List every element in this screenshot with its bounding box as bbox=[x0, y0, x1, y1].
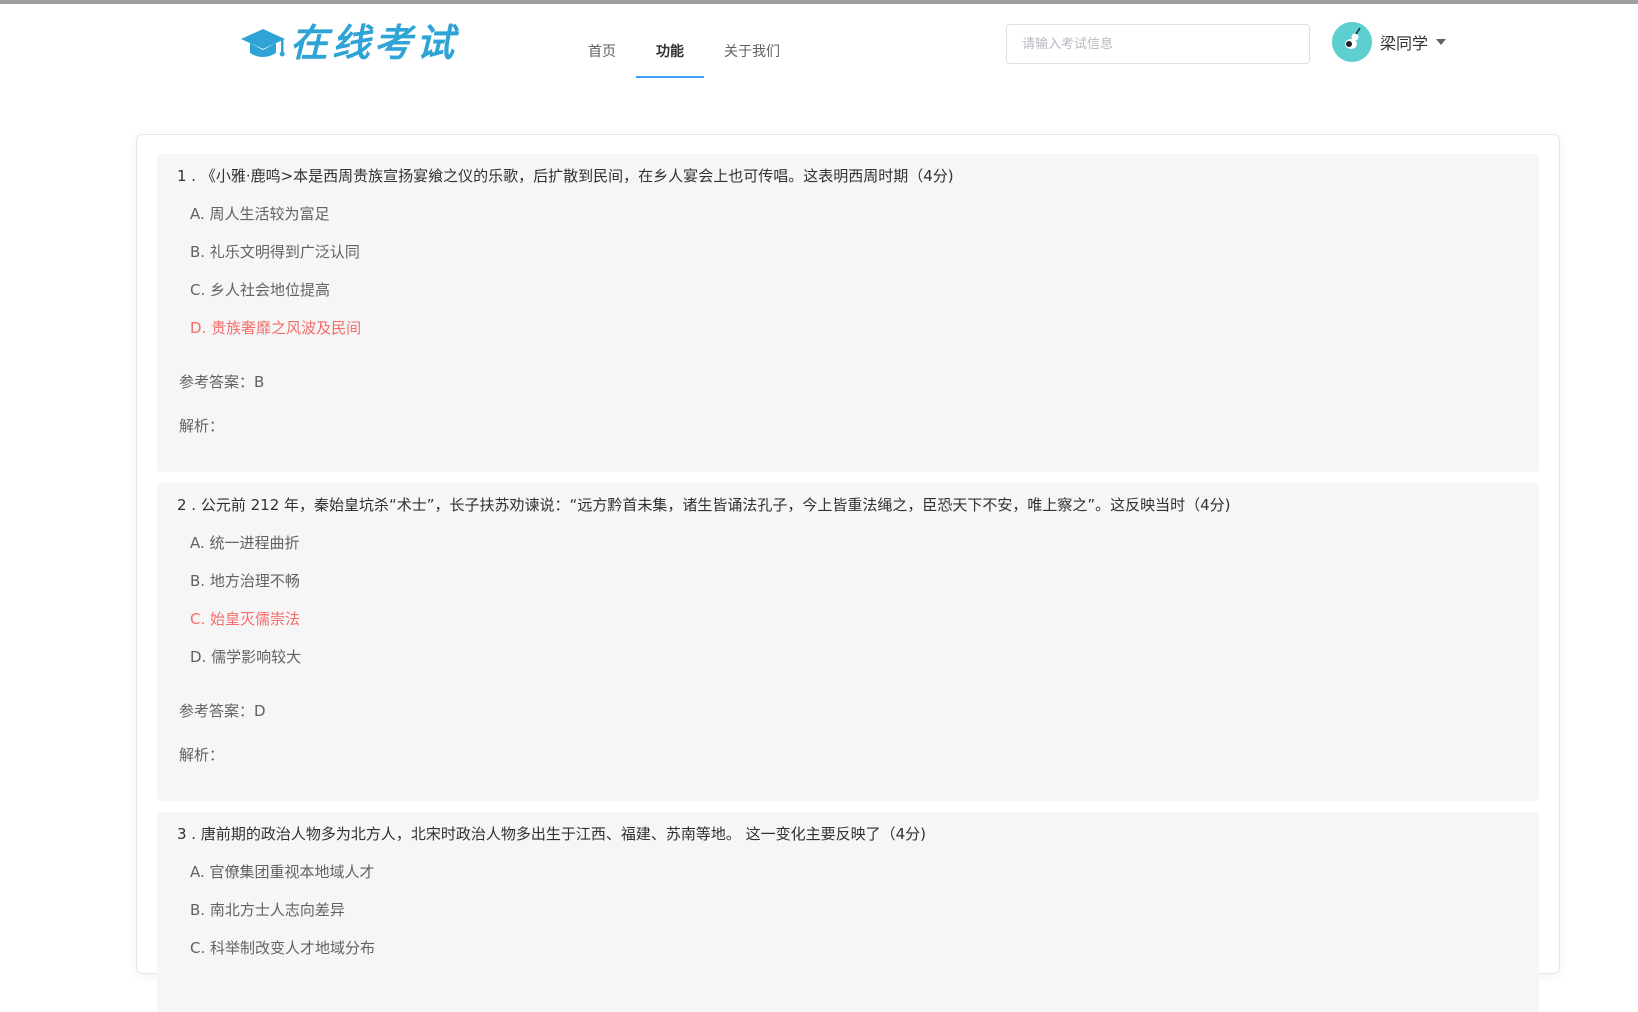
option-b[interactable]: B. 南北方士人志向差异 bbox=[177, 900, 1519, 920]
caret-down-icon[interactable] bbox=[1436, 39, 1447, 45]
user-name: 梁同学 bbox=[1380, 34, 1429, 53]
question-item: 3 . 唐前期的政治人物多为北方人，北宋时政治人物多出生于江西、福建、苏南等地。… bbox=[157, 812, 1539, 1012]
question-title: 1 . 《小雅·鹿鸣>本是西周贵族宣扬宴飨之仪的乐歌，后扩散到民间，在乡人宴会上… bbox=[177, 167, 954, 185]
graduation-cap-icon bbox=[241, 29, 285, 57]
option-c-selected-wrong[interactable]: C. 始皇灭儒崇法 bbox=[177, 609, 1519, 629]
question-item: 2 . 公元前 212 年，秦始皇坑杀“术士”，长子扶苏劝谏说：“远方黔首未集，… bbox=[157, 483, 1539, 801]
question-list-card: 1 . 《小雅·鹿鸣>本是西周贵族宣扬宴飨之仪的乐歌，后扩散到民间，在乡人宴会上… bbox=[136, 134, 1560, 1012]
header: 在线考试 首页 功能 关于我们 梁同学 bbox=[0, 4, 1638, 84]
option-d[interactable]: D. 儒学影响较大 bbox=[177, 647, 1519, 667]
avatar[interactable] bbox=[1332, 22, 1372, 62]
site-logo[interactable]: 在线考试 bbox=[240, 18, 460, 68]
option-b[interactable]: B. 地方治理不畅 bbox=[177, 571, 1519, 591]
analysis-label: 解析： bbox=[179, 417, 225, 435]
user-avatar-icon bbox=[1332, 22, 1372, 62]
reference-answer: 参考答案：B bbox=[179, 373, 265, 391]
nav-features[interactable]: 功能 bbox=[636, 26, 704, 78]
main-nav: 首页 功能 关于我们 bbox=[568, 26, 800, 82]
search-input[interactable] bbox=[1006, 24, 1310, 64]
option-d-selected-wrong[interactable]: D. 贵族奢靡之风波及民间 bbox=[177, 318, 1519, 338]
analysis-label: 解析： bbox=[179, 746, 225, 764]
nav-home[interactable]: 首页 bbox=[568, 26, 636, 78]
question-title: 3 . 唐前期的政治人物多为北方人，北宋时政治人物多出生于江西、福建、苏南等地。… bbox=[177, 825, 927, 843]
option-a[interactable]: A. 官僚集团重视本地域人才 bbox=[177, 862, 1519, 882]
reference-answer: 参考答案：D bbox=[179, 702, 266, 720]
user-menu[interactable]: 梁同学 bbox=[1332, 22, 1447, 62]
logo-text: 在线考试 bbox=[290, 20, 459, 65]
option-b[interactable]: B. 礼乐文明得到广泛认同 bbox=[177, 242, 1519, 262]
question-item: 1 . 《小雅·鹿鸣>本是西周贵族宣扬宴飨之仪的乐歌，后扩散到民间，在乡人宴会上… bbox=[157, 154, 1539, 472]
nav-about[interactable]: 关于我们 bbox=[704, 26, 800, 78]
option-c[interactable]: C. 科举制改变人才地域分布 bbox=[177, 938, 1519, 958]
question-title: 2 . 公元前 212 年，秦始皇坑杀“术士”，长子扶苏劝谏说：“远方黔首未集，… bbox=[177, 496, 1231, 514]
option-c[interactable]: C. 乡人社会地位提高 bbox=[177, 280, 1519, 300]
option-a[interactable]: A. 统一进程曲折 bbox=[177, 533, 1519, 553]
option-a[interactable]: A. 周人生活较为富足 bbox=[177, 204, 1519, 224]
